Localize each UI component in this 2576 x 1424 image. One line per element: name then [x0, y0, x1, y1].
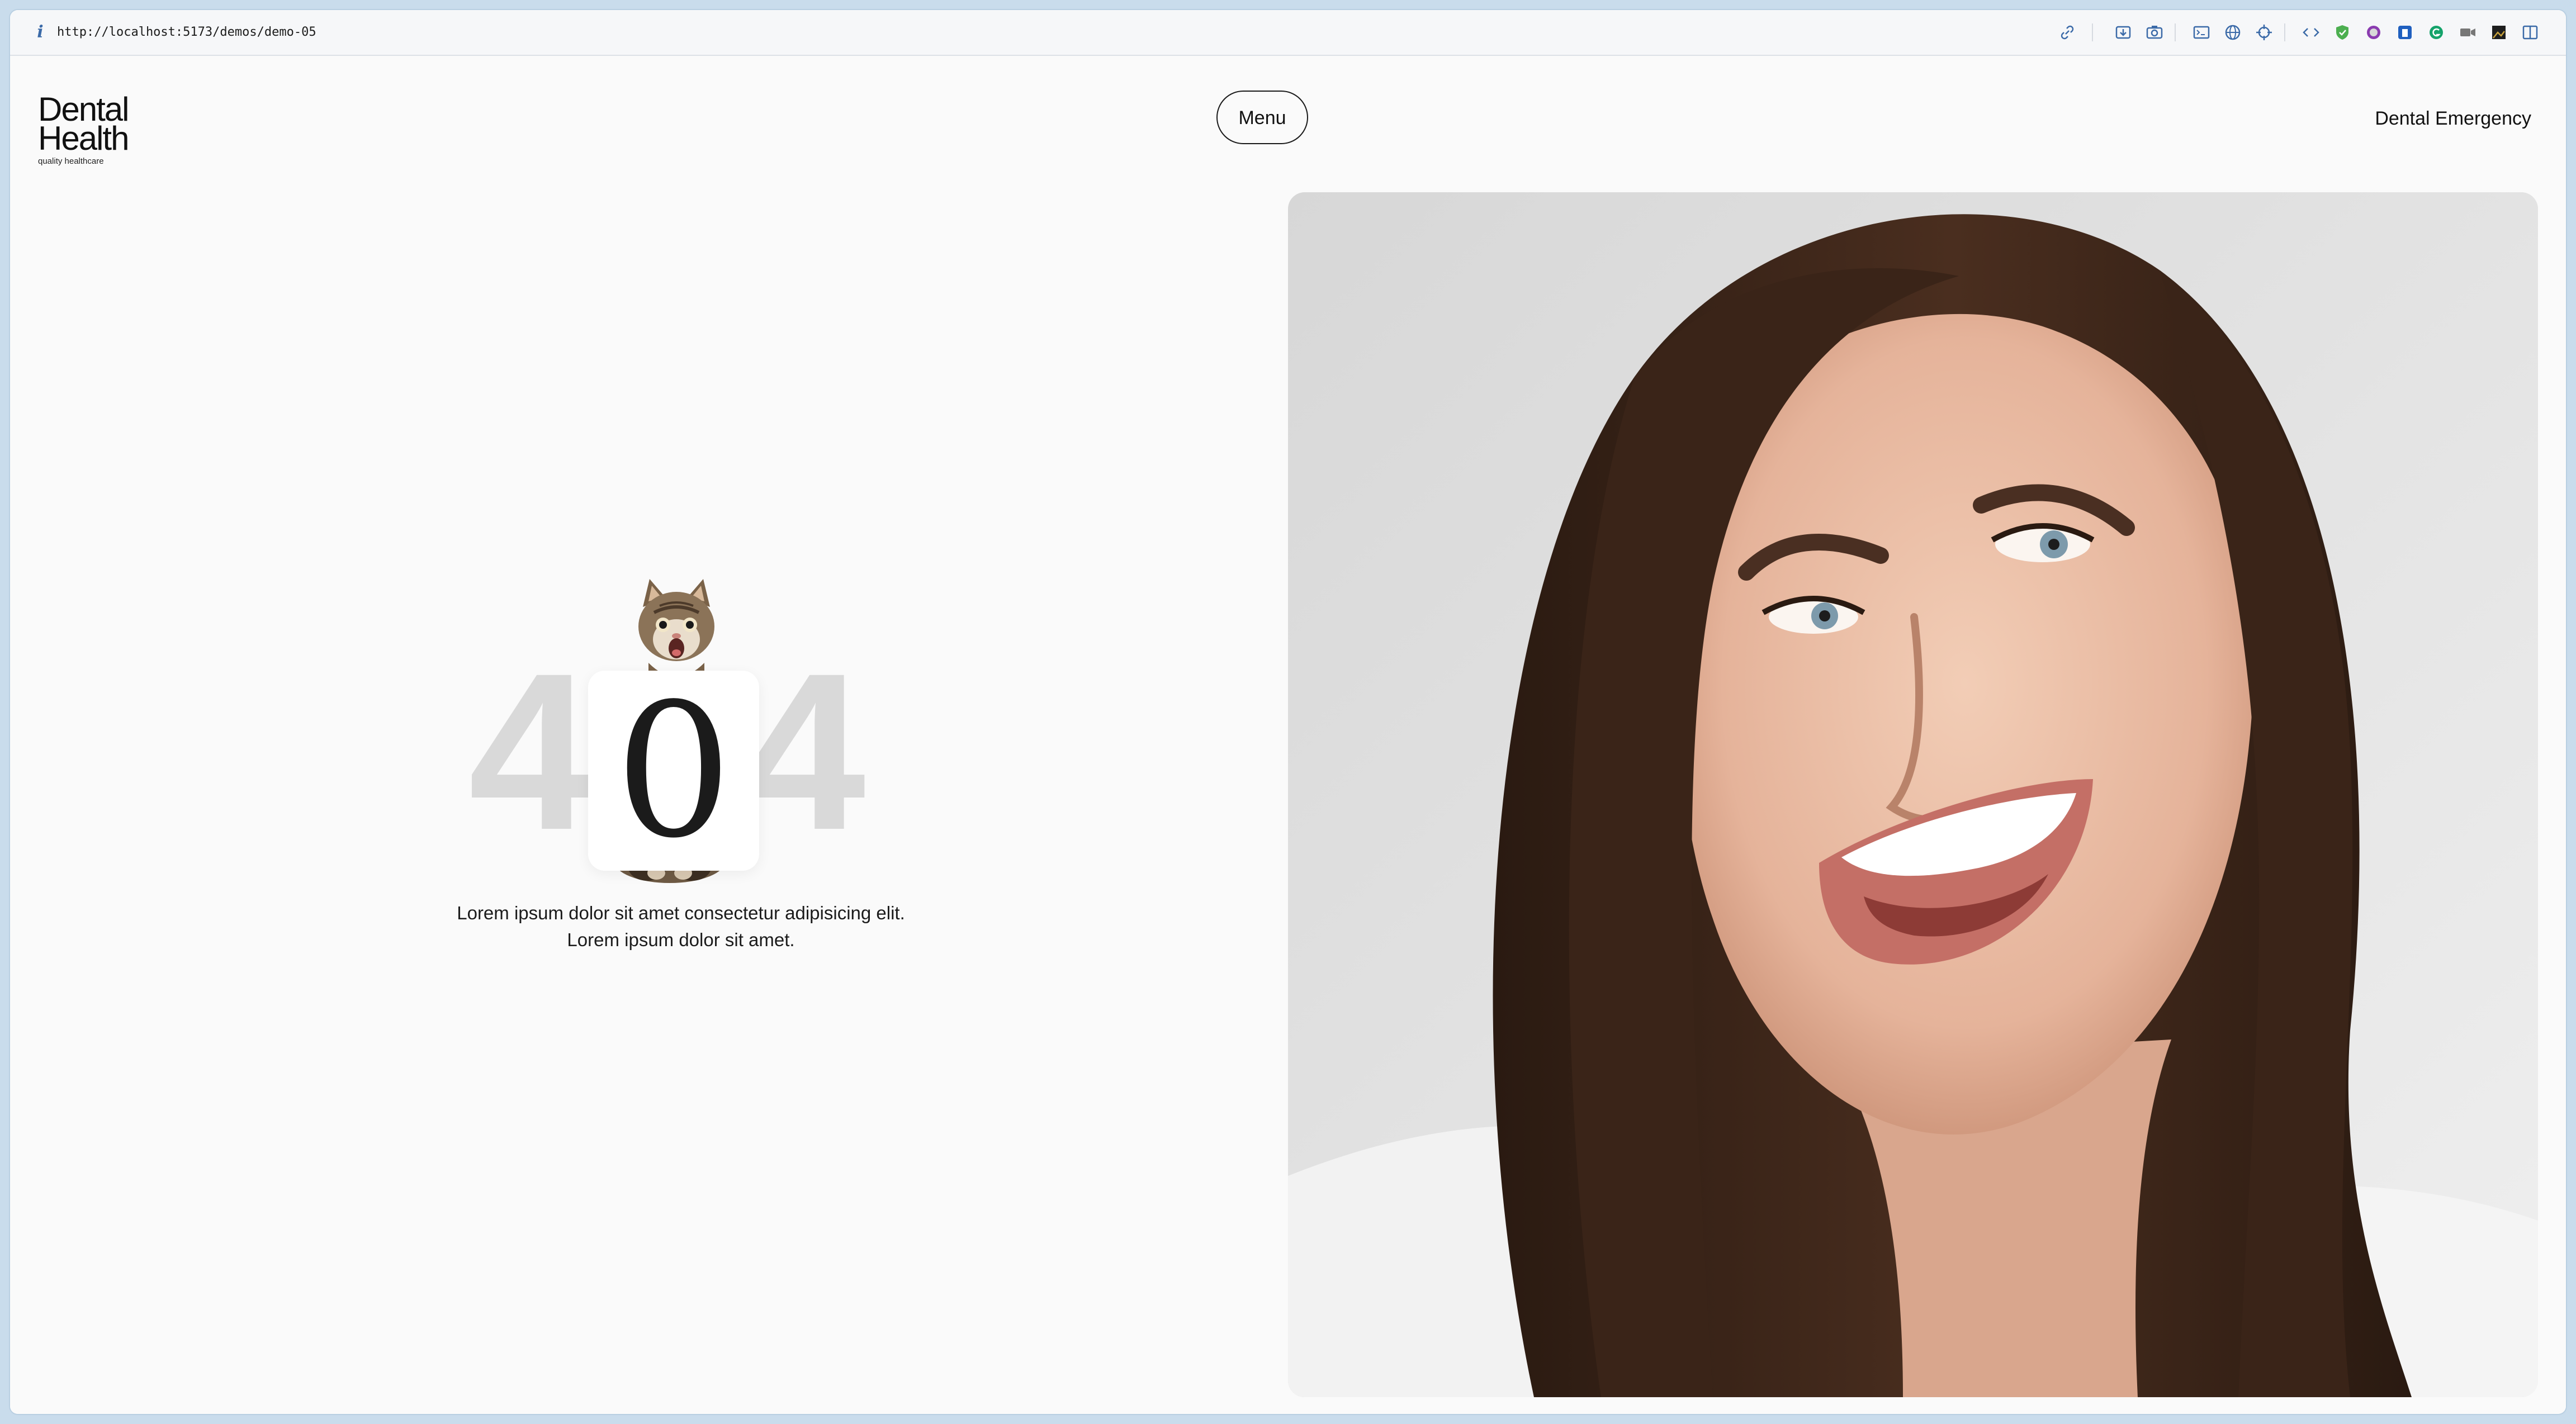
- image-icon[interactable]: [2488, 21, 2510, 44]
- download-icon[interactable]: [2112, 21, 2134, 44]
- logo-word-health: Health: [38, 120, 129, 157]
- shield-icon[interactable]: [2331, 21, 2354, 44]
- error-message-line-2: Lorem ipsum dolor sit amet.: [567, 929, 795, 950]
- error-digit-right: 4: [741, 626, 866, 876]
- browser-window: i http://localhost:5173/demos/demo-05 De…: [10, 10, 2566, 1414]
- extension-icon[interactable]: [2394, 21, 2416, 44]
- crosshair-icon[interactable]: [2253, 21, 2275, 44]
- code-icon[interactable]: [2300, 21, 2322, 44]
- error-message: Lorem ipsum dolor sit amet consectetur a…: [435, 900, 927, 953]
- grammar-icon[interactable]: [2425, 21, 2447, 44]
- globe-icon[interactable]: [2222, 21, 2244, 44]
- hero-photo-smiling-woman: [1288, 192, 2538, 1397]
- sidebar-icon[interactable]: [2519, 21, 2541, 44]
- link-icon[interactable]: [2056, 21, 2078, 44]
- extension-toolbar: [2056, 21, 2559, 44]
- camera-icon[interactable]: [2143, 21, 2166, 44]
- site-logo[interactable]: Dental Health quality healthcare: [38, 93, 161, 167]
- address-bar[interactable]: http://localhost:5173/demos/demo-05: [57, 21, 316, 44]
- logo-tagline: quality healthcare: [38, 156, 104, 166]
- menu-button[interactable]: Menu: [1216, 91, 1308, 144]
- error-digit-left: 4: [468, 626, 593, 876]
- dental-emergency-link[interactable]: Dental Emergency: [2375, 107, 2531, 130]
- error-zero-card: 0: [588, 671, 759, 871]
- terminal-icon[interactable]: [2190, 21, 2213, 44]
- video-icon[interactable]: [2456, 21, 2479, 44]
- error-message-line-1: Lorem ipsum dolor sit amet consectetur a…: [457, 903, 905, 923]
- error-digit-middle: 0: [615, 664, 732, 879]
- page-content: Dental Health quality healthcare Menu De…: [10, 56, 2566, 1414]
- color-icon[interactable]: [2362, 21, 2385, 44]
- browser-toolbar: i http://localhost:5173/demos/demo-05: [10, 10, 2566, 56]
- error-404-block: 4 4 0 Lorem ipsum dolor sit amet consect…: [435, 509, 927, 950]
- info-icon[interactable]: i: [30, 22, 50, 42]
